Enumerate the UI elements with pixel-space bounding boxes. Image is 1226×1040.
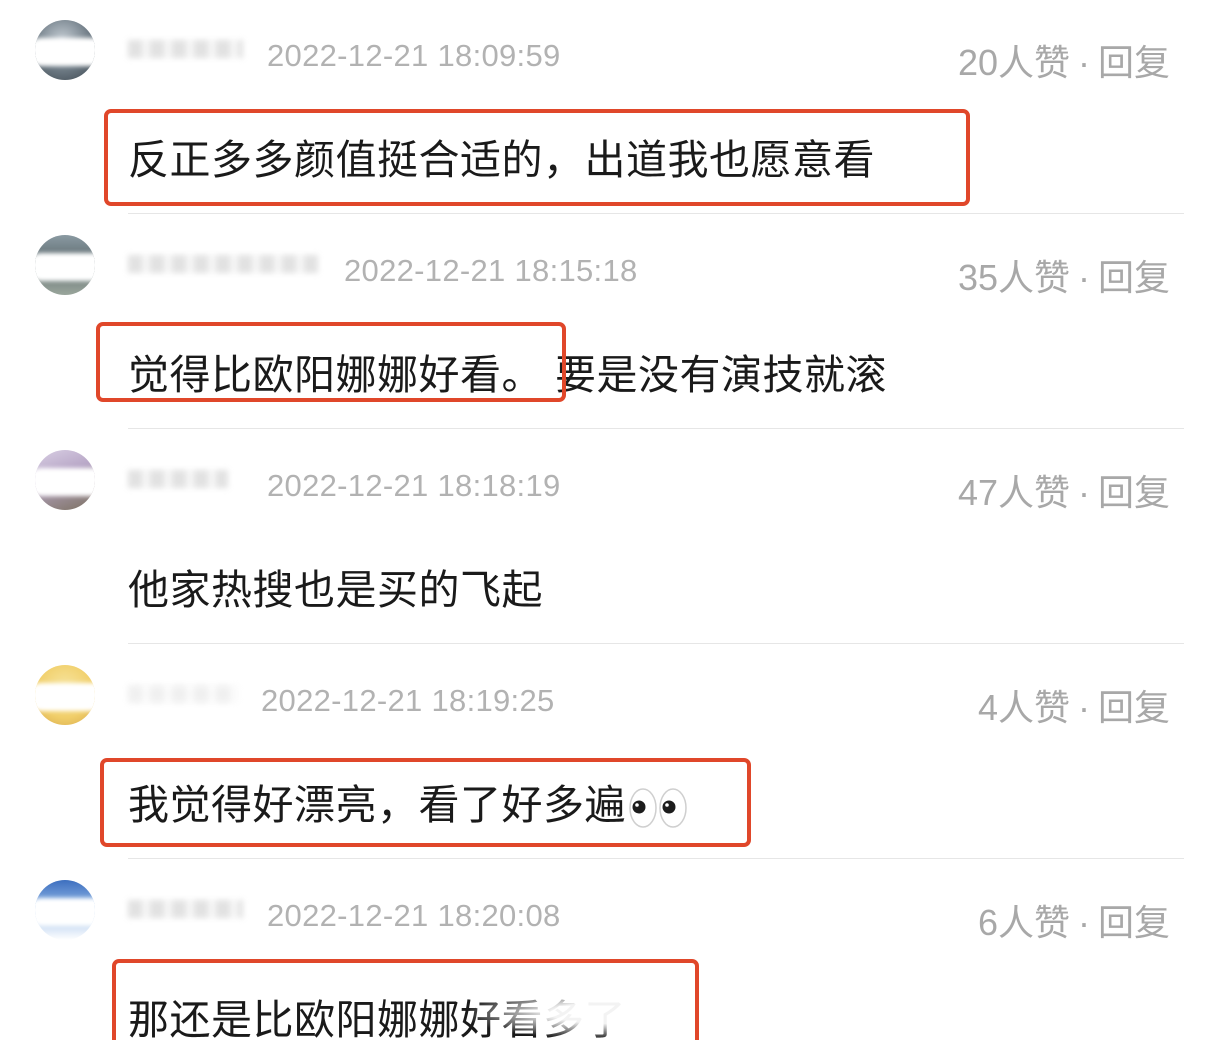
- comment-list: 2022-12-21 18:09:59 20人赞 · 回复 反正多多颜值挺合适的，出…: [0, 0, 1226, 1040]
- reply-button[interactable]: 回复: [1098, 902, 1170, 943]
- avatar-blur-mask: [35, 468, 95, 496]
- reply-button[interactable]: 回复: [1098, 42, 1170, 83]
- highlight-box: [104, 109, 970, 206]
- timestamp: 2022-12-21 18:20:08: [267, 898, 561, 933]
- separator-dot: ·: [1077, 902, 1090, 943]
- username-blurred[interactable]: [128, 685, 238, 703]
- comment-item: 2022-12-21 18:19:25 4人赞 · 回复 我觉得好漂亮，看了好多遍: [0, 645, 1226, 861]
- comment-text: 他家热搜也是买的飞起: [128, 556, 543, 616]
- likes-and-reply: 4人赞 · 回复: [978, 679, 1170, 731]
- separator-dot: ·: [1077, 257, 1090, 298]
- avatar-blur-mask: [35, 898, 95, 926]
- comment-item: 2022-12-21 18:20:08 6人赞 · 回复 那还是比欧阳娜娜好看多了: [0, 860, 1226, 1040]
- like-count[interactable]: 47人赞: [958, 472, 1070, 513]
- username-blurred[interactable]: [128, 900, 243, 918]
- highlight-box: [100, 758, 751, 847]
- divider: [128, 428, 1184, 429]
- reply-button[interactable]: 回复: [1098, 472, 1170, 513]
- avatar[interactable]: [35, 235, 95, 295]
- timestamp: 2022-12-21 18:18:19: [267, 468, 561, 503]
- avatar-blur-mask: [35, 38, 95, 66]
- reply-button[interactable]: 回复: [1098, 687, 1170, 728]
- likes-and-reply: 20人赞 · 回复: [958, 34, 1170, 86]
- like-count[interactable]: 20人赞: [958, 42, 1070, 83]
- divider: [128, 213, 1184, 214]
- timestamp: 2022-12-21 18:15:18: [344, 253, 638, 288]
- username-blurred[interactable]: [128, 470, 228, 488]
- avatar[interactable]: [35, 20, 95, 80]
- avatar-blur-mask: [35, 683, 95, 711]
- avatar[interactable]: [35, 665, 95, 725]
- comment-text-main: 他家热搜也是买的飞起: [128, 566, 543, 614]
- avatar[interactable]: [35, 880, 95, 940]
- comment-text-rest: 要是没有演技就滚: [555, 351, 887, 399]
- highlight-box: [112, 959, 699, 1040]
- divider: [128, 858, 1184, 859]
- separator-dot: ·: [1077, 687, 1090, 728]
- like-count[interactable]: 4人赞: [978, 687, 1070, 728]
- highlight-box: [96, 322, 566, 402]
- comment-item: 2022-12-21 18:09:59 20人赞 · 回复 反正多多颜值挺合适的，出…: [0, 0, 1226, 216]
- comment-item: 2022-12-21 18:15:18 35人赞 · 回复 觉得比欧阳娜娜好看。 要是…: [0, 215, 1226, 431]
- separator-dot: ·: [1077, 472, 1090, 513]
- comment-item: 2022-12-21 18:18:19 47人赞 · 回复 他家热搜也是买的飞起: [0, 430, 1226, 646]
- avatar-blur-mask: [35, 253, 95, 281]
- divider: [128, 643, 1184, 644]
- username-blurred[interactable]: [128, 40, 243, 58]
- likes-and-reply: 35人赞 · 回复: [958, 249, 1170, 301]
- likes-and-reply: 47人赞 · 回复: [958, 464, 1170, 516]
- reply-button[interactable]: 回复: [1098, 257, 1170, 298]
- avatar[interactable]: [35, 450, 95, 510]
- timestamp: 2022-12-21 18:09:59: [267, 38, 561, 73]
- like-count[interactable]: 35人赞: [958, 257, 1070, 298]
- username-blurred[interactable]: [128, 255, 318, 273]
- like-count[interactable]: 6人赞: [978, 902, 1070, 943]
- likes-and-reply: 6人赞 · 回复: [978, 894, 1170, 946]
- separator-dot: ·: [1077, 42, 1090, 83]
- timestamp: 2022-12-21 18:19:25: [261, 683, 555, 718]
